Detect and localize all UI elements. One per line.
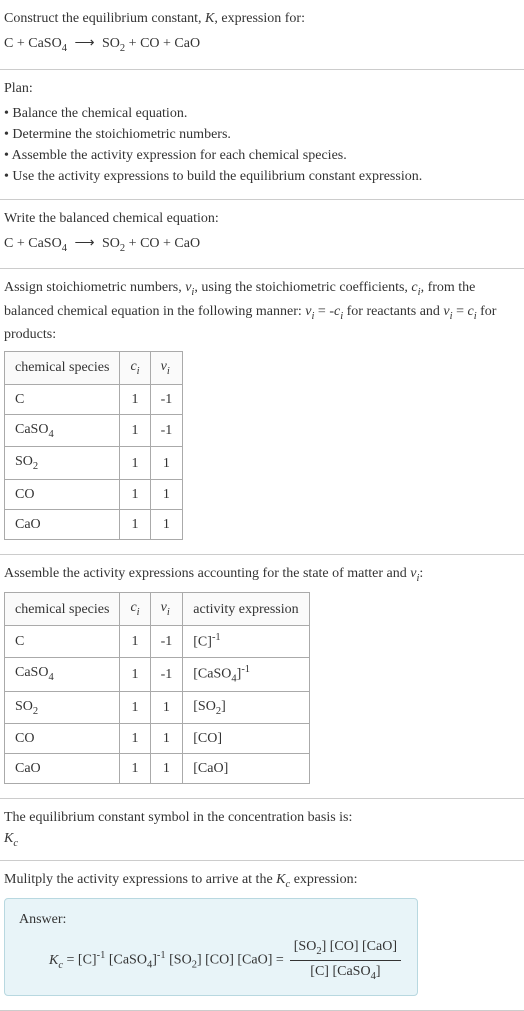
plan-item: Assemble the activity expression for eac…	[4, 145, 520, 166]
stoich-table: chemical species ci νi C 1 -1 CaSO4 1 -1…	[4, 351, 183, 540]
balanced-section: Write the balanced chemical equation: C …	[0, 200, 524, 270]
cell-species: C	[5, 384, 120, 414]
table-header-row: chemical species ci νi	[5, 352, 183, 385]
answer-box: Answer: Kc = [C]-1 [CaSO4]-1 [SO2] [CO] …	[4, 898, 418, 995]
activity-table: chemical species ci νi activity expressi…	[4, 592, 310, 784]
cell-vi: 1	[150, 509, 183, 539]
plan-heading: Plan:	[4, 78, 520, 99]
cell-ci: 1	[120, 625, 150, 657]
table-row: CO 1 1	[5, 479, 183, 509]
plan-list: Balance the chemical equation. Determine…	[4, 103, 520, 187]
cell-ci: 1	[120, 479, 150, 509]
cell-species: CaO	[5, 754, 120, 784]
cell-ci: 1	[120, 447, 150, 480]
balanced-equation: C + CaSO4 ⟶ SO2 + CO + CaO	[4, 233, 520, 257]
col-ci: ci	[120, 593, 150, 626]
cell-species: CaSO4	[5, 414, 120, 447]
cell-ci: 1	[120, 657, 150, 691]
intro-line: Construct the equilibrium constant, K, e…	[4, 8, 520, 29]
balanced-heading: Write the balanced chemical equation:	[4, 208, 520, 229]
table-row: C 1 -1	[5, 384, 183, 414]
cell-species: SO2	[5, 691, 120, 724]
cell-ci: 1	[120, 754, 150, 784]
answer-label: Answer:	[19, 909, 403, 930]
denominator: [C] [CaSO4]	[290, 961, 401, 985]
answer-expression: Kc = [C]-1 [CaSO4]-1 [SO2] [CO] [CaO] = …	[19, 936, 403, 984]
cell-vi: -1	[150, 625, 183, 657]
table-row: CaSO4 1 -1 [CaSO4]-1	[5, 657, 310, 691]
table-row: C 1 -1 [C]-1	[5, 625, 310, 657]
cell-ci: 1	[120, 414, 150, 447]
cell-species: CaO	[5, 509, 120, 539]
table-row: CaO 1 1 [CaO]	[5, 754, 310, 784]
table-row: CO 1 1 [CO]	[5, 724, 310, 754]
intro-section: Construct the equilibrium constant, K, e…	[0, 0, 524, 70]
cell-vi: 1	[150, 691, 183, 724]
cell-vi: 1	[150, 724, 183, 754]
activity-section: Assemble the activity expressions accoun…	[0, 555, 524, 800]
col-vi: νi	[150, 352, 183, 385]
cell-ci: 1	[120, 724, 150, 754]
plan-item: Balance the chemical equation.	[4, 103, 520, 124]
cell-expr: [CaO]	[183, 754, 309, 784]
cell-species: CaSO4	[5, 657, 120, 691]
stoich-section: Assign stoichiometric numbers, νi, using…	[0, 269, 524, 555]
plan-item: Use the activity expressions to build th…	[4, 166, 520, 187]
cell-expr: [CaSO4]-1	[183, 657, 309, 691]
cell-ci: 1	[120, 384, 150, 414]
symbol-line1: The equilibrium constant symbol in the c…	[4, 807, 520, 828]
stoich-text: Assign stoichiometric numbers, νi, using…	[4, 277, 520, 345]
plan-section: Plan: Balance the chemical equation. Det…	[0, 70, 524, 200]
symbol-line2: Kc	[4, 828, 520, 852]
multiply-section: Mulitply the activity expressions to arr…	[0, 861, 524, 1011]
intro-equation: C + CaSO4 ⟶ SO2 + CO + CaO	[4, 33, 520, 57]
table-row: SO2 1 1	[5, 447, 183, 480]
table-row: CaSO4 1 -1	[5, 414, 183, 447]
symbol-section: The equilibrium constant symbol in the c…	[0, 799, 524, 861]
table-header-row: chemical species ci νi activity expressi…	[5, 593, 310, 626]
cell-ci: 1	[120, 509, 150, 539]
col-species: chemical species	[5, 352, 120, 385]
fraction: [SO2] [CO] [CaO] [C] [CaSO4]	[290, 936, 401, 984]
cell-species: CO	[5, 724, 120, 754]
cell-ci: 1	[120, 691, 150, 724]
cell-vi: -1	[150, 384, 183, 414]
cell-vi: 1	[150, 754, 183, 784]
cell-expr: [SO2]	[183, 691, 309, 724]
plan-item: Determine the stoichiometric numbers.	[4, 124, 520, 145]
cell-species: SO2	[5, 447, 120, 480]
cell-species: CO	[5, 479, 120, 509]
table-row: CaO 1 1	[5, 509, 183, 539]
col-species: chemical species	[5, 593, 120, 626]
multiply-heading: Mulitply the activity expressions to arr…	[4, 869, 520, 893]
cell-vi: 1	[150, 479, 183, 509]
cell-vi: 1	[150, 447, 183, 480]
cell-species: C	[5, 625, 120, 657]
col-vi: νi	[150, 593, 183, 626]
col-ci: ci	[120, 352, 150, 385]
cell-expr: [C]-1	[183, 625, 309, 657]
table-row: SO2 1 1 [SO2]	[5, 691, 310, 724]
numerator: [SO2] [CO] [CaO]	[290, 936, 401, 961]
cell-expr: [CO]	[183, 724, 309, 754]
cell-vi: -1	[150, 657, 183, 691]
col-expr: activity expression	[183, 593, 309, 626]
activity-heading: Assemble the activity expressions accoun…	[4, 563, 520, 587]
cell-vi: -1	[150, 414, 183, 447]
